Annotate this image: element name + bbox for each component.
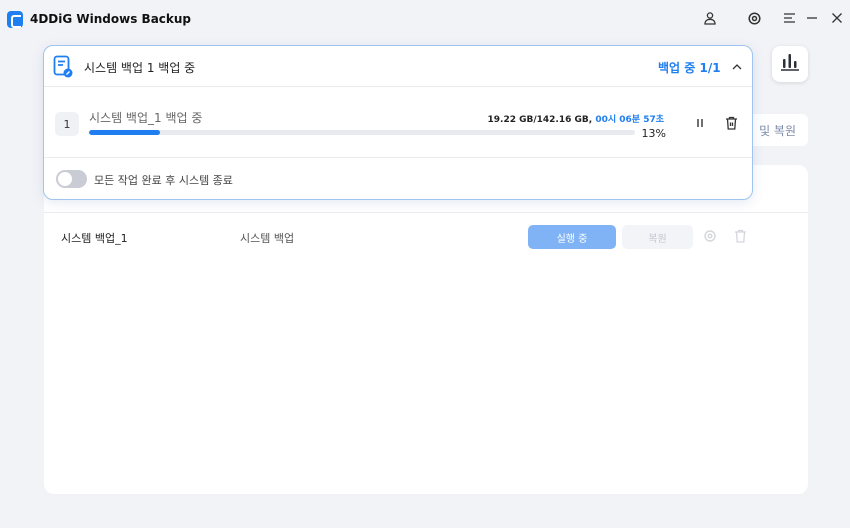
bar-chart-icon xyxy=(779,52,801,76)
backup-name: 시스템 백업_1 xyxy=(61,232,128,245)
restore-button[interactable]: 복원 xyxy=(622,225,693,249)
trash-icon[interactable] xyxy=(723,115,739,131)
time-remaining: 00시 06분 57초 xyxy=(595,115,664,125)
task-size: 19.22 GB/142.16 GB xyxy=(487,115,589,125)
backup-document-icon xyxy=(53,55,73,79)
running-button[interactable]: 실행 중 xyxy=(528,225,616,249)
statistics-button[interactable] xyxy=(772,46,808,82)
user-icon[interactable] xyxy=(702,10,718,26)
popup-footer: 모든 작업 완료 후 시스템 종료 xyxy=(44,159,752,199)
shutdown-toggle-label: 모든 작업 완료 후 시스템 종료 xyxy=(94,174,233,187)
trash-icon[interactable] xyxy=(732,228,748,244)
list-header-divider xyxy=(44,212,808,213)
minimize-icon[interactable] xyxy=(804,10,820,26)
backup-status: 백업 중 1/1 xyxy=(658,61,721,75)
progress-bar xyxy=(89,130,635,135)
task-size-separator: , xyxy=(588,115,593,125)
gear-icon[interactable] xyxy=(702,228,718,244)
task-size-info: 19.22 GB/142.16 GB, 00시 06분 57초 xyxy=(44,112,665,125)
backup-task-item: 1 시스템 백업_1 백업 중 19.22 GB/142.16 GB, 00시 … xyxy=(44,88,752,158)
backup-type: 시스템 백업 xyxy=(240,232,295,245)
app-title: 4DDiG Windows Backup xyxy=(30,12,192,26)
menu-icon[interactable] xyxy=(781,10,797,26)
title-bar: 4DDiG Windows Backup xyxy=(0,0,850,38)
app-logo-icon xyxy=(7,11,23,28)
backup-progress-popup: 시스템 백업 1 백업 중 백업 중 1/1 1 시스템 백업_1 백업 중 1… xyxy=(43,45,753,200)
backup-list-card: 시스템 백업_1 시스템 백업 실행 중 복원 xyxy=(44,165,808,494)
close-icon[interactable] xyxy=(829,10,845,26)
table-row[interactable]: 시스템 백업_1 시스템 백업 실행 중 복원 xyxy=(44,223,808,253)
gear-icon[interactable] xyxy=(746,10,762,26)
progress-fill xyxy=(89,130,160,135)
shutdown-toggle[interactable] xyxy=(56,170,87,188)
pause-icon[interactable] xyxy=(692,115,708,131)
chevron-up-icon[interactable] xyxy=(730,59,744,73)
progress-percent: 13% xyxy=(641,127,666,140)
popup-title: 시스템 백업 1 백업 중 xyxy=(84,61,196,75)
popup-header: 시스템 백업 1 백업 중 백업 중 1/1 xyxy=(44,46,752,87)
